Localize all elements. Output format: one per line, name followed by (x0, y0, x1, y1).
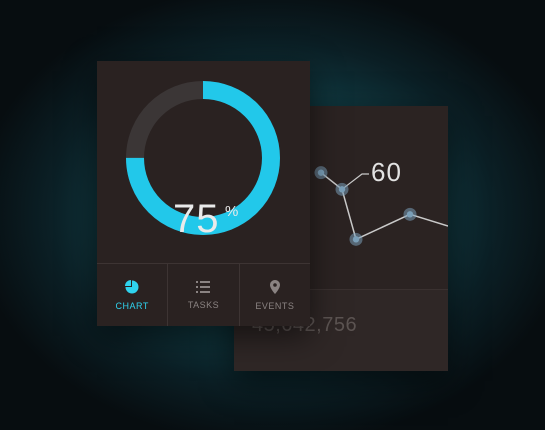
data-point[interactable] (317, 169, 325, 176)
nav-item-chart[interactable]: CHART (97, 264, 169, 326)
nav-item-label: CHART (115, 300, 149, 311)
progress-value: 75 (173, 197, 220, 241)
list-icon (196, 280, 211, 293)
nav-item-label: TASKS (187, 299, 220, 310)
progress-unit: % (225, 203, 239, 220)
data-point[interactable] (406, 211, 414, 218)
highlight-value-label: 60 (371, 157, 402, 187)
location-pin-icon (269, 279, 280, 294)
bottom-nav: CHART TASKS EVENTS (97, 263, 310, 326)
nav-item-events[interactable]: EVENTS (240, 264, 310, 326)
data-point[interactable] (338, 186, 346, 193)
progress-card: 75 % CHART TASKS EVENTS (97, 61, 310, 326)
nav-item-label: EVENTS (255, 300, 295, 311)
pie-chart-icon (125, 279, 139, 293)
nav-item-tasks[interactable]: TASKS (168, 264, 240, 326)
data-point[interactable] (352, 236, 360, 243)
